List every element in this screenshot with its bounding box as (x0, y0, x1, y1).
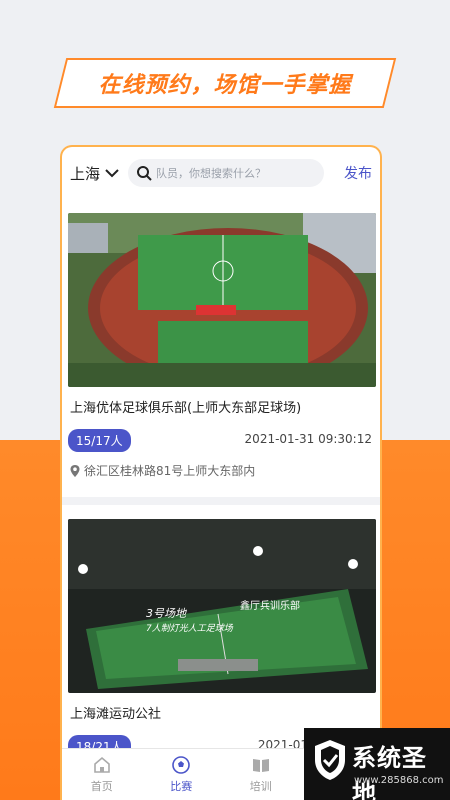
phone-screen: 上海 队员，你想搜索什么？ 发布 上海优体足球俱乐部(上师大东部足球场) 15/… (60, 145, 382, 800)
venue-card[interactable]: 3号场地 7人制灯光人工足球场 鑫厅兵训乐部 上海滩运动公社 18/21人 20… (62, 505, 380, 758)
location-pin-icon (70, 464, 80, 477)
shield-logo-icon (315, 740, 345, 780)
card-divider (62, 497, 380, 505)
city-selector[interactable]: 上海 (70, 163, 120, 184)
watermark-title: 系统圣地 (352, 744, 427, 800)
venue-image (68, 213, 376, 387)
top-bar: 上海 队员，你想搜索什么？ 发布 (62, 147, 380, 199)
soccer-ball-icon (172, 756, 191, 774)
banner-title: 在线预约，场馆一手掌握 (98, 73, 352, 98)
venue-address: 徐汇区桂林路81号上师大东部内 (68, 462, 255, 479)
chevron-down-icon (105, 169, 119, 178)
publish-button[interactable]: 发布 (344, 163, 372, 183)
tab-label: 培训 (249, 780, 272, 793)
tab-home[interactable]: 首页 (62, 749, 142, 800)
watermark-url: www.285868.com (354, 775, 444, 786)
search-input[interactable]: 队员，你想搜索什么？ (128, 159, 325, 187)
city-label: 上海 (70, 164, 101, 183)
search-placeholder: 队员，你想搜索什么？ (156, 167, 267, 180)
home-icon (93, 756, 110, 773)
search-icon (137, 166, 152, 181)
venue-title: 上海滩运动公社 (70, 707, 162, 722)
tab-match[interactable]: 比赛 (142, 749, 222, 800)
venue-card[interactable]: 上海优体足球俱乐部(上师大东部足球场) 15/17人 2021-01-31 09… (62, 199, 380, 505)
book-icon (252, 759, 269, 772)
address-text: 徐汇区桂林路81号上师大东部内 (84, 464, 256, 478)
site-watermark: 系统圣地 www.285868.com (304, 728, 450, 800)
image-caption-type: 7人制灯光人工足球场 (146, 623, 234, 634)
venue-title: 上海优体足球俱乐部(上师大东部足球场) (70, 401, 302, 416)
tab-training[interactable]: 培训 (221, 749, 301, 800)
tab-label: 首页 (90, 780, 113, 793)
player-count-badge: 15/17人 (68, 429, 131, 452)
tab-label: 比赛 (170, 780, 193, 793)
image-caption-field: 3号场地 (146, 607, 187, 620)
venue-image: 3号场地 7人制灯光人工足球场 鑫厅兵训乐部 (68, 519, 376, 693)
image-caption-club: 鑫厅兵训乐部 (240, 599, 300, 612)
event-time: 2021-01-31 09:30:12 (244, 432, 372, 446)
